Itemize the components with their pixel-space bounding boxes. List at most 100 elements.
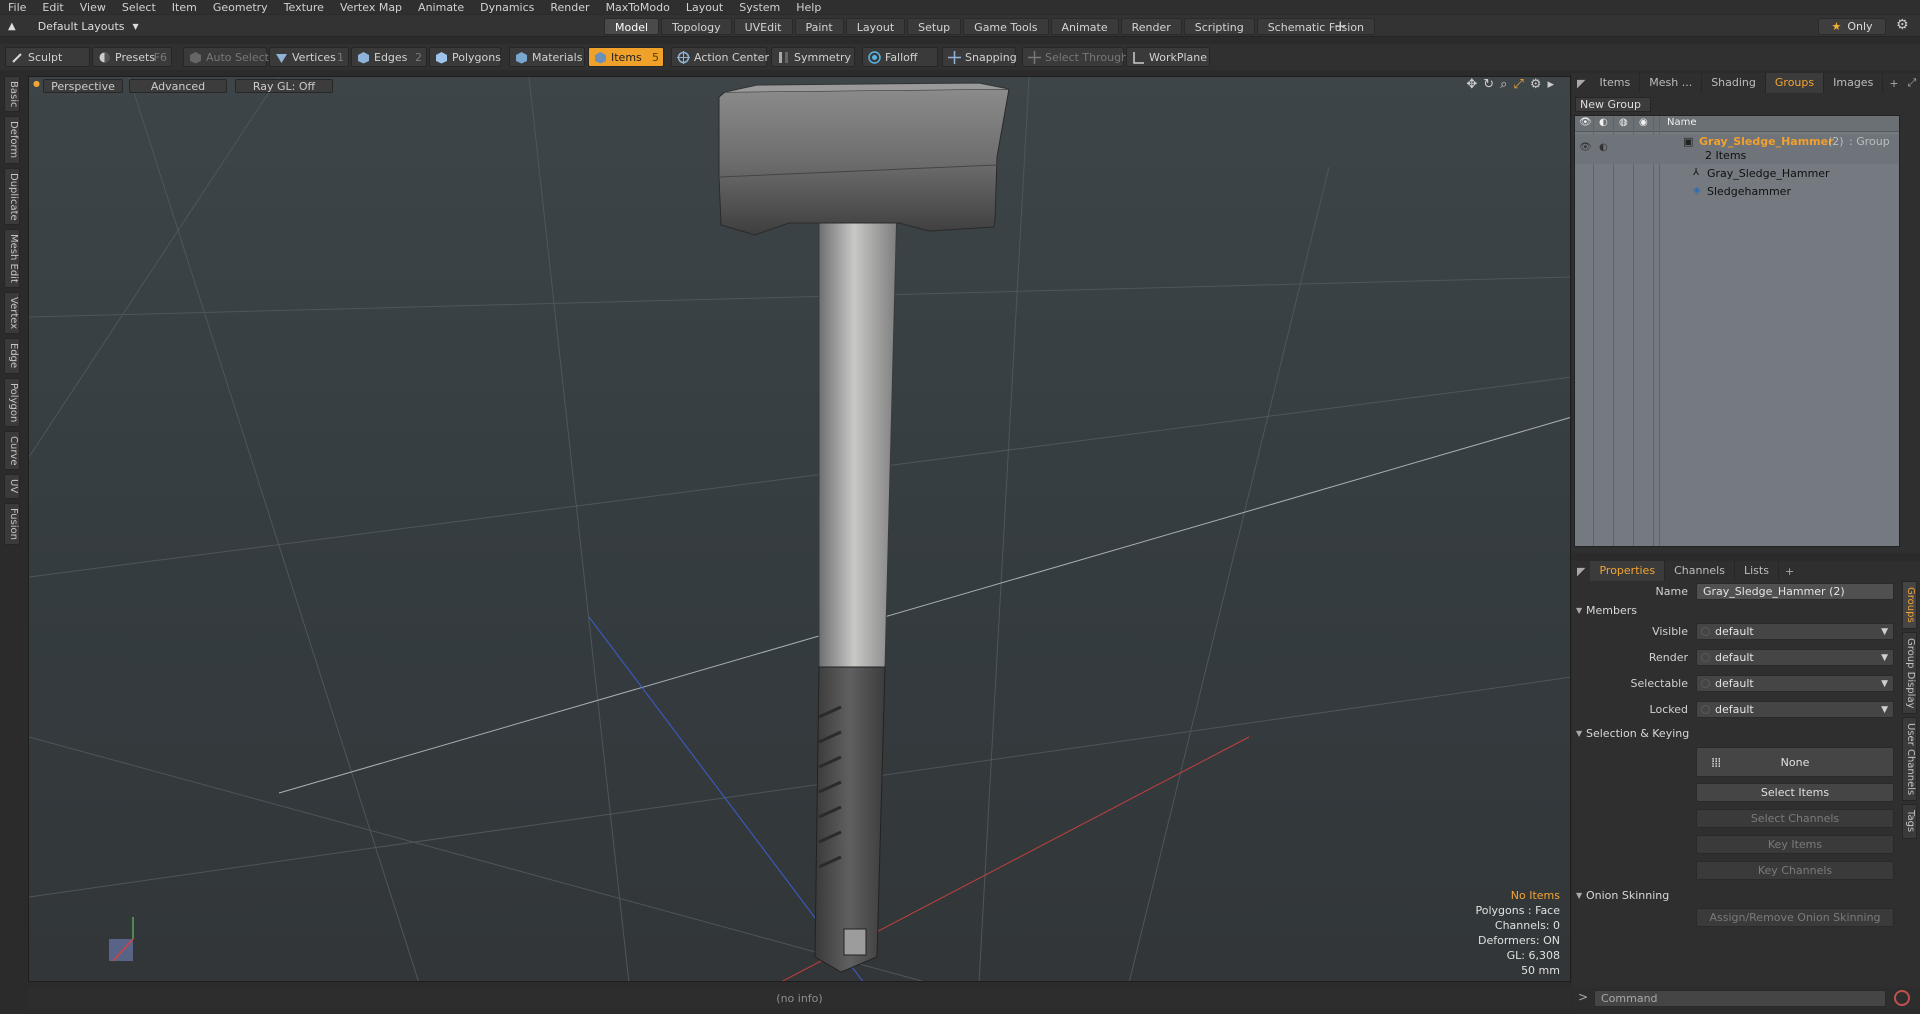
assign-onion-skinning-button[interactable]: Assign/Remove Onion Skinning bbox=[1696, 908, 1894, 927]
selectable-dropdown[interactable]: default ▼ bbox=[1696, 675, 1894, 692]
shading-mode-button[interactable]: Advanced bbox=[129, 79, 227, 93]
polygons-button[interactable]: Polygons bbox=[429, 47, 501, 67]
tab-uv[interactable]: UV bbox=[4, 474, 20, 499]
render-dropdown[interactable]: default ▼ bbox=[1696, 649, 1894, 666]
gear-icon[interactable]: ⚙ bbox=[1896, 17, 1909, 33]
menu-render[interactable]: Render bbox=[542, 1, 597, 14]
view-mode-button[interactable]: Perspective bbox=[43, 79, 123, 93]
tab-edge[interactable]: Edge bbox=[4, 338, 20, 374]
tab-paint[interactable]: Paint bbox=[794, 18, 844, 35]
select-items-button[interactable]: Select Items bbox=[1696, 783, 1894, 802]
tab-layout[interactable]: Layout bbox=[845, 18, 906, 35]
onion-skinning-section[interactable]: ▼ Onion Skinning bbox=[1572, 888, 1898, 904]
add-tab-icon[interactable]: + bbox=[1334, 17, 1347, 35]
tab-curve[interactable]: Curve bbox=[4, 430, 20, 471]
select-icon[interactable]: ◉ bbox=[1639, 117, 1648, 128]
ray-gl-button[interactable]: Ray GL: Off bbox=[235, 79, 333, 93]
maximize-icon[interactable]: ⤢ bbox=[1905, 76, 1920, 90]
symmetry-button[interactable]: Symmetry bbox=[771, 47, 855, 67]
tab-model[interactable]: Model bbox=[604, 18, 660, 35]
row-render-icon[interactable]: ◐ bbox=[1599, 142, 1608, 153]
menu-select[interactable]: Select bbox=[114, 1, 164, 14]
viewport-settings-icon[interactable]: ⚙ bbox=[1530, 77, 1542, 92]
materials-button[interactable]: Materials bbox=[509, 47, 585, 67]
panel-menu-icon[interactable]: ◤ bbox=[1572, 565, 1590, 578]
collapse-arrow-icon[interactable]: ▲ bbox=[8, 21, 16, 32]
zoom-icon[interactable]: ⌕ bbox=[1500, 77, 1507, 92]
locked-dropdown[interactable]: default ▼ bbox=[1696, 701, 1894, 718]
expand-arrow-icon[interactable]: ▸ bbox=[1547, 77, 1554, 92]
move-view-icon[interactable]: ✥ bbox=[1466, 77, 1477, 92]
fit-view-icon[interactable]: ⤢ bbox=[1513, 77, 1523, 92]
tab-game-tools[interactable]: Game Tools bbox=[963, 18, 1049, 35]
tab-basic[interactable]: Basic bbox=[4, 76, 20, 113]
tab-fusion[interactable]: Fusion bbox=[4, 502, 20, 545]
tab-setup[interactable]: Setup bbox=[907, 18, 962, 35]
tree-row-mesh[interactable]: ◈ Sledgehammer bbox=[1575, 184, 1899, 200]
eye-icon[interactable]: 👁 bbox=[1579, 117, 1592, 128]
menu-layout[interactable]: Layout bbox=[678, 1, 731, 14]
key-channels-button[interactable]: Key Channels bbox=[1696, 861, 1894, 880]
menu-system[interactable]: System bbox=[731, 1, 788, 14]
tab-deform[interactable]: Deform bbox=[4, 116, 20, 164]
tab-duplicate[interactable]: Duplicate bbox=[4, 167, 20, 226]
add-tab-icon[interactable]: + bbox=[1779, 565, 1800, 578]
tab-render[interactable]: Render bbox=[1120, 18, 1182, 35]
command-input[interactable]: Command bbox=[1594, 990, 1886, 1007]
name-field[interactable]: Gray_Sledge_Hammer (2) bbox=[1696, 583, 1894, 600]
none-selector[interactable]: ⁞⁞⁞ None bbox=[1696, 747, 1894, 777]
column-name-header[interactable]: Name bbox=[1667, 117, 1697, 128]
falloff-button[interactable]: Falloff bbox=[862, 47, 938, 67]
tab-mesh-edit[interactable]: Mesh Edit bbox=[4, 229, 20, 289]
visible-dropdown[interactable]: default ▼ bbox=[1696, 623, 1894, 640]
tab-groups[interactable]: Groups bbox=[1765, 73, 1825, 93]
workplane-button[interactable]: WorkPlane bbox=[1126, 47, 1210, 67]
selection-keying-section[interactable]: ▼ Selection & Keying bbox=[1572, 726, 1898, 742]
menu-texture[interactable]: Texture bbox=[276, 1, 332, 14]
menu-vertex-map[interactable]: Vertex Map bbox=[332, 1, 410, 14]
side-tab-group-display[interactable]: Group Display bbox=[1902, 631, 1917, 715]
presets-button[interactable]: Presets F6 bbox=[92, 47, 172, 67]
only-button[interactable]: ★ Only bbox=[1818, 18, 1886, 35]
lock-icon[interactable]: ◍ bbox=[1619, 117, 1628, 128]
group-tree[interactable]: 👁 ◐ ◍ ◉ Name 👁 ◐ ▣ Gray_Sledge_Hammer (2… bbox=[1574, 115, 1900, 547]
rotate-view-icon[interactable]: ↻ bbox=[1483, 77, 1494, 92]
tab-animate[interactable]: Animate bbox=[1050, 18, 1119, 35]
menu-file[interactable]: File bbox=[0, 1, 34, 14]
sculpt-button[interactable]: Sculpt bbox=[5, 47, 90, 67]
tab-uvedit[interactable]: UVEdit bbox=[733, 18, 793, 35]
tab-schematic-fusion[interactable]: Schematic Fusion bbox=[1256, 18, 1376, 35]
action-center-button[interactable]: Action Center bbox=[671, 47, 769, 67]
panel-menu-icon[interactable]: ◤ bbox=[1572, 77, 1590, 90]
add-tab-icon[interactable]: + bbox=[1883, 77, 1904, 90]
tab-mesh[interactable]: Mesh ... bbox=[1640, 73, 1703, 93]
menu-edit[interactable]: Edit bbox=[34, 1, 71, 14]
tab-images[interactable]: Images bbox=[1824, 73, 1884, 93]
menu-animate[interactable]: Animate bbox=[410, 1, 472, 14]
auto-select-button[interactable]: Auto Select bbox=[183, 47, 269, 67]
tab-vertex[interactable]: Vertex bbox=[4, 292, 20, 335]
menu-item[interactable]: Item bbox=[164, 1, 205, 14]
tab-scripting[interactable]: Scripting bbox=[1183, 18, 1255, 35]
side-tab-user-channels[interactable]: User Channels bbox=[1902, 717, 1917, 802]
3d-viewport[interactable]: ● Perspective Advanced Ray GL: Off ✥ ↻ ⌕… bbox=[28, 76, 1571, 982]
tab-lists[interactable]: Lists bbox=[1735, 561, 1779, 581]
layout-selector[interactable]: ▲ Default Layouts ▼ bbox=[8, 18, 139, 34]
record-icon[interactable] bbox=[1894, 990, 1910, 1006]
menu-maxtomodo[interactable]: MaxToModo bbox=[598, 1, 678, 14]
menu-dynamics[interactable]: Dynamics bbox=[472, 1, 542, 14]
menu-geometry[interactable]: Geometry bbox=[205, 1, 276, 14]
vertices-button[interactable]: Vertices 1 bbox=[269, 47, 349, 67]
items-button[interactable]: Items 5 bbox=[588, 47, 664, 67]
select-through-button[interactable]: Select Through bbox=[1022, 47, 1128, 67]
tab-topology[interactable]: Topology bbox=[661, 18, 732, 35]
snapping-button[interactable]: Snapping bbox=[942, 47, 1017, 67]
tab-shading[interactable]: Shading bbox=[1702, 73, 1766, 93]
viewport-menu-dot-icon[interactable]: ● bbox=[33, 79, 40, 88]
side-tab-tags[interactable]: Tags bbox=[1902, 804, 1917, 839]
tab-polygon[interactable]: Polygon bbox=[4, 377, 20, 427]
edges-button[interactable]: Edges 2 bbox=[351, 47, 427, 67]
members-section[interactable]: ▼ Members bbox=[1572, 603, 1898, 619]
menu-view[interactable]: View bbox=[72, 1, 114, 14]
key-items-button[interactable]: Key Items bbox=[1696, 835, 1894, 854]
